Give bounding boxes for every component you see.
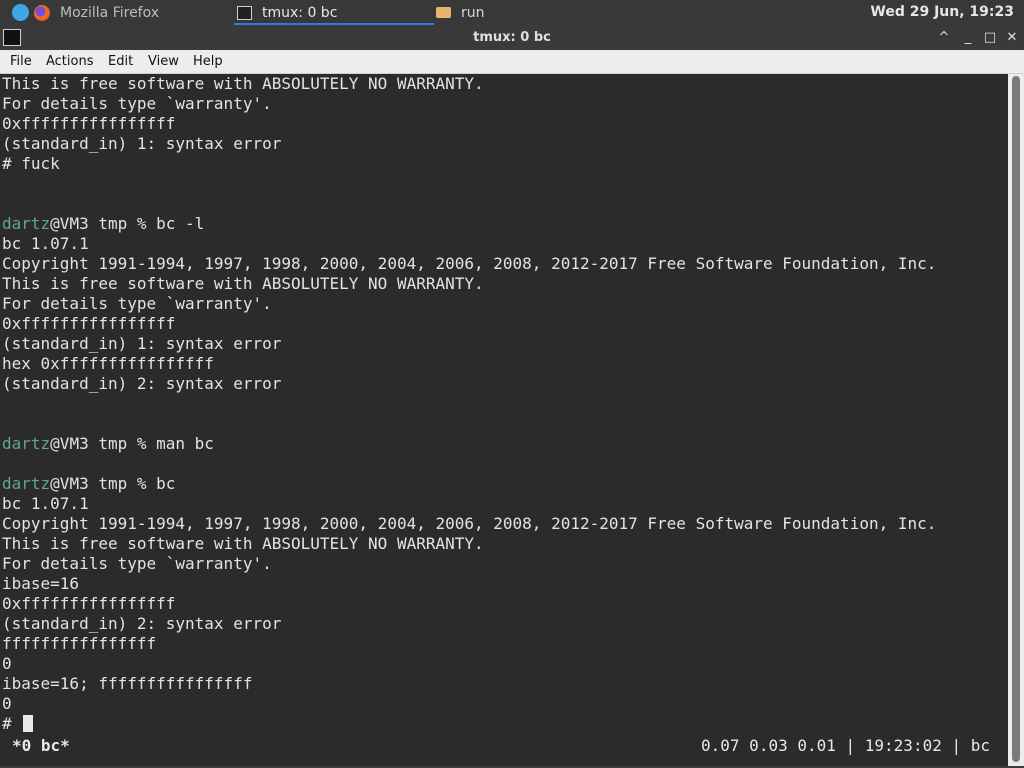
app-launcher-icon[interactable] xyxy=(12,4,29,21)
terminal-line: 0xffffffffffffffff xyxy=(2,314,176,333)
window-titlebar[interactable]: tmux: 0 bc ^ _ □ ✕ xyxy=(0,25,1024,50)
minimize-button[interactable]: _ xyxy=(958,25,978,50)
terminal-line: Copyright 1991-1994, 1997, 1998, 2000, 2… xyxy=(2,254,937,273)
taskbar-item-run[interactable]: run xyxy=(436,0,485,25)
prompt-line: dartz@VM3 tmp % man bc xyxy=(2,434,214,454)
terminal-cursor xyxy=(23,715,34,732)
prompt-line: dartz@VM3 tmp % bc xyxy=(2,474,175,494)
terminal-line: This is free software with ABSOLUTELY NO… xyxy=(2,274,484,293)
taskbar-item-tmux[interactable]: tmux: 0 bc xyxy=(234,0,434,25)
prompt-line: dartz@VM3 tmp % bc -l xyxy=(2,214,204,234)
taskbar-label: Mozilla Firefox xyxy=(60,4,160,21)
terminal-line: ffffffffffffffff xyxy=(2,634,157,653)
terminal-scrollbar[interactable] xyxy=(1008,74,1024,768)
menu-view[interactable]: View xyxy=(148,50,179,73)
window-terminal-icon[interactable] xyxy=(3,29,21,46)
terminal-line: Copyright 1991-1994, 1997, 1998, 2000, 2… xyxy=(2,514,937,533)
terminal-line: This is free software with ABSOLUTELY NO… xyxy=(2,534,484,553)
terminal-line: ibase=16 xyxy=(2,574,80,593)
clock[interactable]: Wed 29 Jun, 19:23 xyxy=(870,0,1014,25)
terminal-line: hex 0xffffffffffffffff xyxy=(2,354,214,373)
terminal-line: (standard_in) 2: syntax error xyxy=(2,614,282,633)
terminal-line: For details type `warranty'. xyxy=(2,554,272,573)
terminal-line: (standard_in) 2: syntax error xyxy=(2,374,282,393)
terminal-line: 0 xyxy=(2,694,12,713)
maximize-button[interactable]: □ xyxy=(980,25,1000,50)
terminal-line: For details type `warranty'. xyxy=(2,294,272,313)
terminal-output[interactable]: This is free software with ABSOLUTELY NO… xyxy=(0,74,1008,768)
menu-bar: File Actions Edit View Help xyxy=(0,50,1024,74)
terminal-line: # xyxy=(2,714,34,734)
terminal-line: 0xffffffffffffffff xyxy=(2,594,176,613)
terminal-line: For details type `warranty'. xyxy=(2,94,272,113)
prompt-user: dartz xyxy=(2,214,51,233)
terminal-line: This is free software with ABSOLUTELY NO… xyxy=(2,74,484,93)
taskbar-item-firefox[interactable]: Mozilla Firefox xyxy=(34,0,159,25)
firefox-icon xyxy=(34,4,50,21)
tmux-status-bar: *0 bc* 0.07 0.03 0.01 | 19:23:02 | bc xyxy=(0,736,1008,756)
taskbar-label: tmux: 0 bc xyxy=(262,4,338,21)
folder-icon xyxy=(436,7,451,18)
terminal-line: ibase=16; ffffffffffffffff xyxy=(2,674,253,693)
prompt-command: @VM3 tmp % man bc xyxy=(50,434,214,453)
maximize-arrow-button[interactable]: ^ xyxy=(934,25,954,50)
menu-actions[interactable]: Actions xyxy=(46,50,94,73)
taskbar-label: run xyxy=(461,4,485,21)
prompt-user: dartz xyxy=(2,474,51,493)
prompt-command: @VM3 tmp % bc xyxy=(50,474,176,493)
menu-edit[interactable]: Edit xyxy=(108,50,133,73)
prompt-user: dartz xyxy=(2,434,51,453)
terminal-line: bc 1.07.1 xyxy=(2,494,89,513)
scrollbar-thumb[interactable] xyxy=(1012,76,1020,762)
window-title: tmux: 0 bc xyxy=(473,30,551,45)
terminal-line: 0xffffffffffffffff xyxy=(2,114,176,133)
terminal-line: bc 1.07.1 xyxy=(2,234,89,253)
menu-help[interactable]: Help xyxy=(193,50,223,73)
tmux-window-list[interactable]: *0 bc* xyxy=(12,736,70,756)
terminal-line: # fuck xyxy=(2,154,60,173)
top-panel: Mozilla Firefox tmux: 0 bc run Wed 29 Ju… xyxy=(0,0,1024,25)
tmux-status-right: 0.07 0.03 0.01 | 19:23:02 | bc xyxy=(701,736,990,755)
terminal-line: 0 xyxy=(2,654,12,673)
terminal-line: (standard_in) 1: syntax error xyxy=(2,334,282,353)
menu-file[interactable]: File xyxy=(10,50,32,73)
terminal-icon xyxy=(237,5,252,20)
close-button[interactable]: ✕ xyxy=(1002,25,1022,50)
prompt-command: @VM3 tmp % bc -l xyxy=(50,214,205,233)
terminal-line: (standard_in) 1: syntax error xyxy=(2,134,282,153)
